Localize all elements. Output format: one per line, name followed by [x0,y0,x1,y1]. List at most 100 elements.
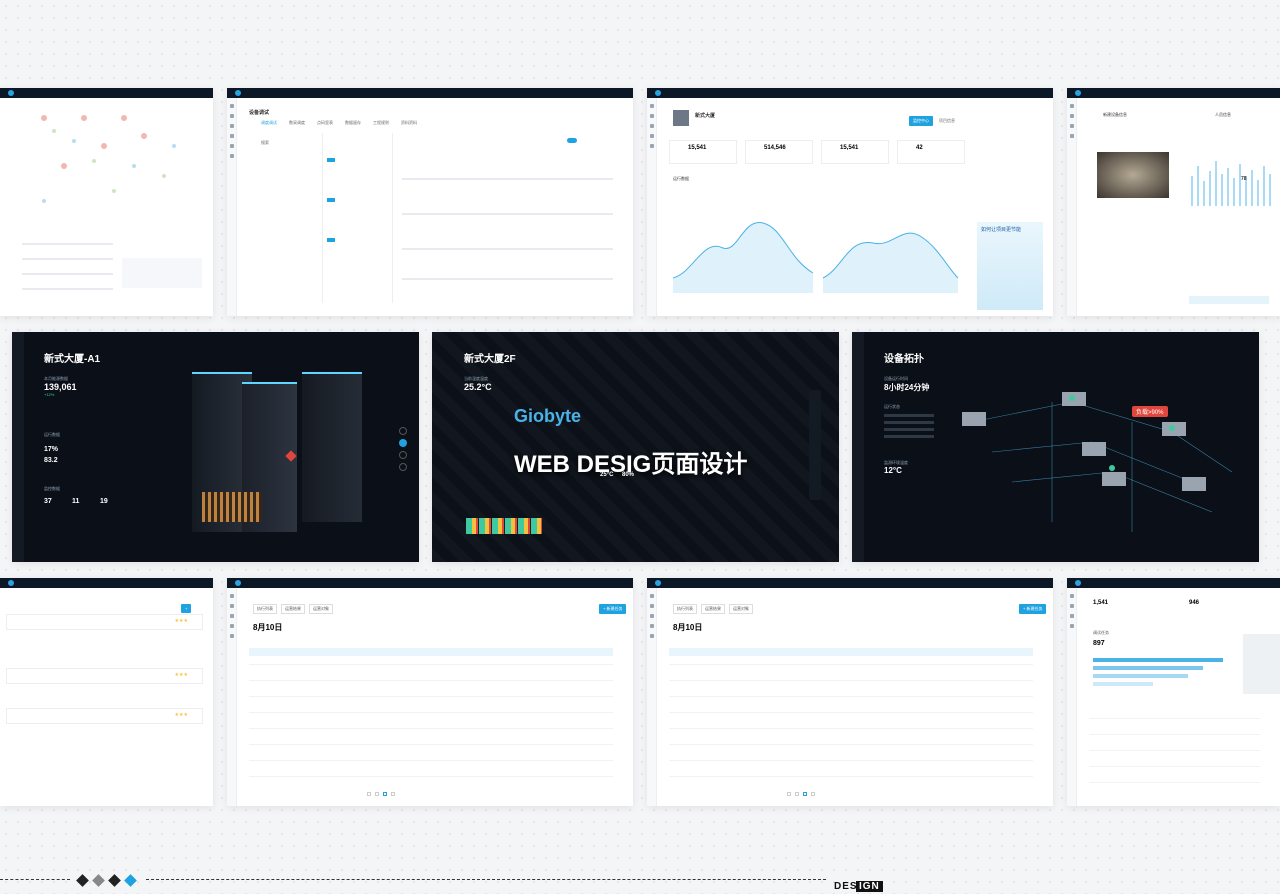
temp-stat: 当前温度温度 25.2°C [464,376,492,392]
selected-row[interactable] [249,648,613,656]
action-bar[interactable] [1189,296,1269,304]
new-task-button[interactable]: + 新建任务 [1019,604,1047,614]
tab-6[interactable]: 资料资料 [401,120,417,126]
logo-icon [235,90,241,96]
monitor-s3: 19 [100,498,108,505]
top-bar [227,88,633,98]
date-title: 8月10日 [253,623,283,632]
building-tower-3 [302,372,362,522]
task-table-card-1: 执行列表 运营结果 运营对象 + 新建任务 8月10日 [227,578,633,806]
search-input[interactable]: 搜索 [261,140,269,146]
energy-stat: 本月能源数据 139,061 +12% [44,376,77,397]
image-thumb [122,258,202,288]
status-label: 运行状态 [884,404,900,409]
kpi-2: 514,546 [745,140,813,164]
side-nav [1067,588,1077,806]
mini-btn[interactable] [327,238,335,242]
list-item: ★★★ [6,708,203,724]
footer-dashed-left [0,879,70,880]
tab-2[interactable]: 数采调度 [289,120,305,126]
stat-t2: 25°C [600,472,613,478]
sub-tab-3[interactable]: 运营对象 [729,604,753,614]
floor-2f-panel: 新式大厦2F 当前温度温度 25.2°C Giobyte WEB DESIG页面… [432,332,839,562]
brand-logo: Giobyte [514,406,582,426]
toggle-switch[interactable] [567,138,577,143]
sub-tab-3[interactable]: 运营对象 [309,604,333,614]
footer-text-light: IGN [856,881,883,892]
temp-value: 25.2°C [464,382,492,392]
new-task-button[interactable]: + 新建任务 [599,604,627,614]
tab-3[interactable]: 点码里表 [317,120,333,126]
logo-icon [1075,580,1081,586]
logo-icon [655,580,661,586]
tab-bar: 调度调试 数采调度 点码里表 数据留存 工程规则 资料资料 [261,120,417,126]
topology-diagram [962,392,1233,532]
floor-switcher[interactable] [399,427,409,487]
top-bar [0,88,213,98]
promo-banner[interactable]: 如何让项目更节能 [977,222,1043,310]
log-list-card: ★★★ ★★★ ★★★ + [0,578,213,806]
logo-icon [235,580,241,586]
sub-tab-2[interactable]: 运营结果 [281,604,305,614]
pagination[interactable] [367,792,395,796]
dashboard-card-a [0,88,213,316]
run-pct: 17% [44,446,59,453]
runtime-value: 8小时24分钟 [884,383,930,392]
panel-title: 新式大厦-A1 [44,354,101,365]
selected-row[interactable] [669,648,1033,656]
kpi-1: 15,541 [669,140,737,164]
project-info-button[interactable]: 项目信息 [939,118,955,124]
stat-t3: 80% [622,472,634,478]
dark-side-nav [12,332,24,562]
energy-value: 139,061 [44,382,77,392]
footer-text-dark: DES [834,881,858,892]
building-name: 新式大厦 [695,113,716,119]
env-temp-value: 12°C [884,466,902,475]
energy-delta: +12% [44,392,55,397]
run-stat: 运行数据 17% 83.2 [44,432,60,464]
area-charts [673,222,959,293]
sub-tab-2[interactable]: 运营结果 [701,604,725,614]
value-label: 78 [1241,176,1247,182]
sub-tabs: 执行列表 运营结果 运营对象 [673,604,753,614]
diamond-icon [92,874,105,887]
mini-btn[interactable] [327,198,335,202]
monitor-stat: 监控数据 37 11 19 [44,486,122,505]
list-item: ★★★ [6,614,203,630]
tab-1[interactable]: 调度调试 [261,120,277,126]
alert-badge: 负载>90% [1132,406,1168,417]
tab-5[interactable]: 工程规则 [373,120,389,126]
mini-btn[interactable] [327,158,335,162]
building-3d-panel: 新式大厦-A1 本月能源数据 139,061 +12% 运行数据 17% 83.… [12,332,419,562]
top-bar [647,88,1053,98]
tab-4[interactable]: 数据留存 [345,120,361,126]
debug-stats-card: 1,541 946 调试任务 897 [1067,578,1280,806]
top-bar [1067,88,1280,98]
diamond-icon [76,874,89,887]
pagination[interactable] [787,792,815,796]
topology-panel: 设备拓扑 设备运行时间 8小时24分钟 运行状态 监测环境温度 12°C 负载>… [852,332,1259,562]
heat-legend [466,518,542,534]
logo-icon [8,580,14,586]
runtime-stat: 设备运行时间 8小时24分钟 [884,376,929,393]
sub-tab-1[interactable]: 执行列表 [673,604,697,614]
tool-rail[interactable] [809,390,821,500]
kpi-3: 15,541 [821,140,889,164]
task-table-card-2: 执行列表 运营结果 运营对象 + 新建任务 8月10日 [647,578,1053,806]
kpi-1: 1,541 [1093,600,1109,606]
panel-title: 新式大厦2F [464,354,516,365]
top-bar [227,578,633,588]
side-nav [647,588,657,806]
building-overview-card: 新式大厦 监控中心 项目信息 15,541 514,546 15,541 42 … [647,88,1053,316]
person-title: 人员信息 [1215,112,1231,117]
monitor-center-button[interactable]: 监控中心 [909,116,933,126]
monitor-s2: 11 [72,498,80,505]
run-num: 83.2 [44,457,58,464]
side-nav [227,98,237,316]
diamond-icon [108,874,121,887]
sub-tab-1[interactable]: 执行列表 [253,604,277,614]
date-title: 8月10日 [673,623,703,632]
add-button[interactable]: + [181,604,192,613]
top-bar [647,578,1053,588]
promo-title: 如何让项目更节能 [981,227,1022,233]
